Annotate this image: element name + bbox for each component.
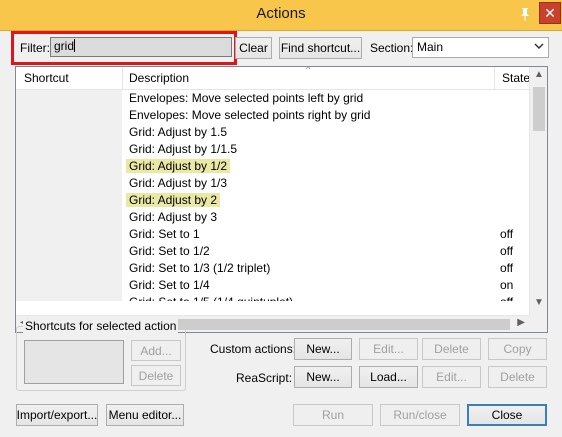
- menu-editor-button[interactable]: Menu editor...: [106, 404, 184, 426]
- shortcut-list-box[interactable]: [24, 340, 124, 384]
- description-cell: Envelopes: Move selected points right by…: [129, 108, 371, 122]
- description-cell: Grid: Adjust by 1/3: [129, 176, 228, 190]
- custom-action-edit-button[interactable]: Edit...: [359, 338, 418, 360]
- column-divider[interactable]: [494, 67, 495, 89]
- shortcut-cell: [16, 277, 122, 294]
- description-cell: Grid: Adjust by 1/1.5: [129, 142, 238, 156]
- table-row[interactable]: Grid: Adjust by 2: [16, 192, 529, 209]
- find-shortcut-button[interactable]: Find shortcut...: [279, 37, 362, 59]
- scroll-down-icon[interactable]: ▼: [530, 297, 547, 314]
- title-bar: Actions ✕: [0, 0, 562, 31]
- filter-input[interactable]: grid: [50, 37, 232, 57]
- list-rows: Envelopes: Move selected points left by …: [16, 90, 529, 301]
- column-divider[interactable]: [122, 67, 123, 89]
- scroll-right-icon[interactable]: ▶: [517, 317, 525, 328]
- custom-actions-label: Custom actions:: [210, 342, 297, 356]
- custom-action-new-button[interactable]: New...: [294, 338, 352, 360]
- table-row[interactable]: Grid: Adjust by 1/3: [16, 175, 529, 192]
- shortcuts-group: Shortcuts for selected action Add... Del…: [16, 319, 186, 391]
- shortcut-cell: [16, 158, 122, 175]
- description-cell: Grid: Adjust by 3: [129, 210, 218, 224]
- shortcut-cell: [16, 107, 122, 124]
- table-row[interactable]: Grid: Set to 1/5 (1/4 quintuplet) off: [16, 294, 529, 301]
- table-row[interactable]: Grid: Adjust by 1.5: [16, 124, 529, 141]
- filter-label: Filter:: [20, 41, 50, 55]
- pin-icon[interactable]: [516, 5, 534, 23]
- custom-action-copy-button[interactable]: Copy: [488, 338, 547, 360]
- custom-action-delete-button[interactable]: Delete: [422, 338, 481, 360]
- table-row[interactable]: Grid: Adjust by 3: [16, 209, 529, 226]
- table-row[interactable]: Grid: Set to 1/3 (1/2 triplet) off: [16, 260, 529, 277]
- description-cell: Grid: Adjust by 1/2: [126, 159, 231, 173]
- reascript-edit-button[interactable]: Edit...: [422, 366, 481, 388]
- close-button[interactable]: Close: [467, 404, 547, 426]
- chevron-down-icon: [534, 39, 544, 56]
- shortcut-cell: [16, 124, 122, 141]
- state-cell: off: [500, 244, 514, 258]
- shortcut-cell: [16, 294, 122, 301]
- state-cell: off: [500, 227, 514, 241]
- close-icon[interactable]: ✕: [539, 2, 561, 24]
- run-close-button[interactable]: Run/close: [380, 404, 460, 426]
- table-row[interactable]: Grid: Adjust by 1/1.5: [16, 141, 529, 158]
- reascript-label: ReaScript:: [236, 371, 293, 385]
- description-cell: Grid: Set to 1/4: [129, 278, 210, 292]
- section-value: Main: [417, 40, 444, 54]
- table-row[interactable]: Grid: Set to 1/4 on: [16, 277, 529, 294]
- list-header: Shortcut Description ^ State: [16, 66, 530, 90]
- shortcut-cell: [16, 192, 122, 209]
- table-row[interactable]: Grid: Set to 1/2 off: [16, 243, 529, 260]
- description-cell: Grid: Adjust by 1.5: [129, 125, 228, 139]
- description-cell: Grid: Adjust by 2: [126, 193, 221, 207]
- section-select[interactable]: Main: [412, 37, 549, 58]
- description-cell: Grid: Set to 1: [129, 227, 200, 241]
- shortcuts-group-title: Shortcuts for selected action: [23, 319, 179, 333]
- state-cell: off: [500, 295, 513, 301]
- column-header-shortcut[interactable]: Shortcut: [24, 71, 69, 85]
- sort-ascending-icon: ^: [306, 66, 311, 74]
- clear-button[interactable]: Clear: [235, 37, 272, 59]
- shortcut-cell: [16, 90, 122, 107]
- table-row[interactable]: Grid: Adjust by 1/2: [16, 158, 529, 175]
- scrollbar-corner: [529, 315, 547, 332]
- table-row[interactable]: Envelopes: Move selected points right by…: [16, 107, 529, 124]
- shortcut-cell: [16, 243, 122, 260]
- description-cell: Grid: Set to 1/5 (1/4 quintuplet): [126, 295, 296, 301]
- scroll-up-icon[interactable]: ▲: [530, 69, 547, 86]
- table-row[interactable]: Envelopes: Move selected points left by …: [16, 90, 529, 107]
- reascript-load-button[interactable]: Load...: [359, 366, 418, 388]
- shortcut-cell: [16, 260, 122, 277]
- text-caret: [74, 39, 76, 52]
- state-cell: on: [500, 278, 514, 292]
- reascript-new-button[interactable]: New...: [294, 366, 352, 388]
- add-shortcut-button[interactable]: Add...: [131, 340, 181, 361]
- shortcut-cell: [16, 141, 122, 158]
- shortcut-cell: [16, 226, 122, 243]
- description-cell: Grid: Set to 1/2: [129, 244, 210, 258]
- shortcut-cell: [16, 209, 122, 226]
- run-button[interactable]: Run: [293, 404, 373, 426]
- import-export-button[interactable]: Import/export...: [16, 404, 98, 426]
- section-label: Section:: [370, 41, 414, 55]
- actions-list[interactable]: Shortcut Description ^ State Envelopes: …: [15, 66, 548, 333]
- vertical-scrollbar[interactable]: ▲ ▼: [529, 67, 547, 315]
- column-header-state[interactable]: State: [502, 71, 530, 85]
- reascript-delete-button[interactable]: Delete: [488, 366, 547, 388]
- state-cell: off: [500, 261, 514, 275]
- shortcut-cell: [16, 175, 122, 192]
- table-row[interactable]: Grid: Set to 1 off: [16, 226, 529, 243]
- dialog-body: Filter: grid Clear Find shortcut... Sect…: [8, 31, 554, 429]
- filter-value: grid: [54, 39, 75, 53]
- column-header-description[interactable]: Description: [129, 71, 189, 85]
- window-title: Actions: [256, 5, 306, 22]
- delete-shortcut-button[interactable]: Delete: [131, 365, 181, 386]
- description-cell: Grid: Set to 1/3 (1/2 triplet): [129, 261, 271, 275]
- scroll-thumb[interactable]: [533, 87, 545, 131]
- description-cell: Envelopes: Move selected points left by …: [129, 91, 364, 105]
